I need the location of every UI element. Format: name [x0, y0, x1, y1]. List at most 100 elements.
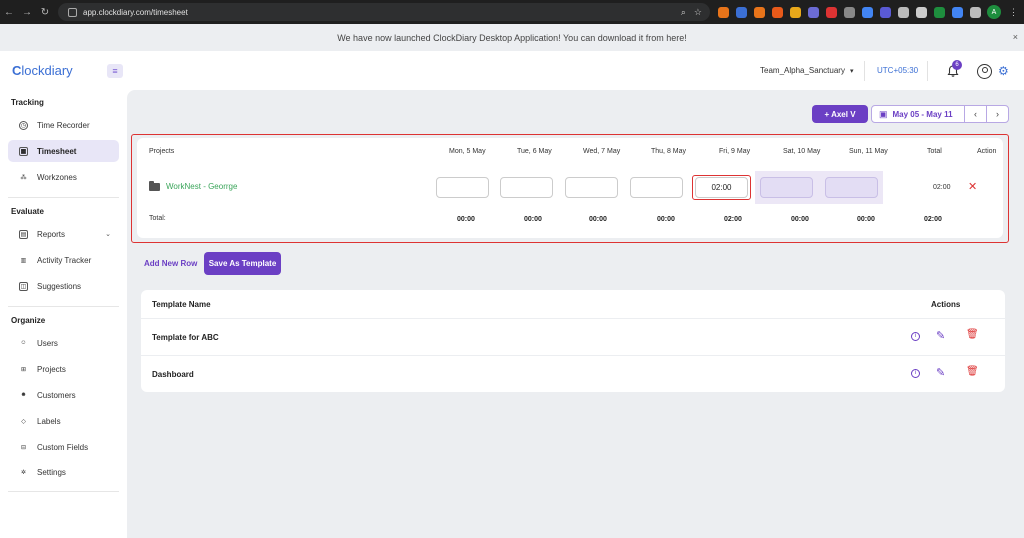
- info-icon[interactable]: i: [911, 369, 920, 378]
- total-sun: 00:00: [857, 216, 875, 223]
- column-header: Mon, 5 May: [449, 148, 486, 155]
- trash-icon[interactable]: 🗑: [966, 329, 979, 340]
- extension-icon[interactable]: [826, 6, 837, 18]
- account-avatar[interactable]: A: [987, 5, 1001, 19]
- user-profile-icon[interactable]: [977, 64, 992, 79]
- time-input-thu[interactable]: [630, 177, 683, 198]
- sidebar-section-organize: Organize: [11, 316, 46, 325]
- time-input-tue[interactable]: [500, 177, 553, 198]
- column-header: Action: [977, 148, 997, 155]
- time-input-mon[interactable]: [436, 177, 489, 198]
- notification-badge: 6: [952, 60, 962, 70]
- extension-icon[interactable]: [772, 6, 783, 18]
- sidebar-divider: [8, 491, 119, 492]
- edit-icon[interactable]: ✎: [936, 366, 945, 379]
- chevron-down-icon: ▾: [849, 68, 854, 75]
- sidebar-item-timesheet[interactable]: ▦ Timesheet: [8, 140, 119, 162]
- browser-menu-icon[interactable]: ⋮: [1009, 7, 1018, 18]
- address-bar[interactable]: app.clockdiary.com/timesheet ⌕ ☆: [58, 3, 710, 21]
- total-mon: 00:00: [457, 216, 475, 223]
- announcement-banner: We have now launched ClockDiary Desktop …: [0, 24, 1024, 51]
- time-input-wed[interactable]: [565, 177, 618, 198]
- users-icon: ☺: [20, 340, 27, 346]
- extension-icon[interactable]: [790, 6, 801, 18]
- menu-toggle-icon[interactable]: ≡: [107, 64, 123, 78]
- time-input-sun[interactable]: [825, 177, 878, 198]
- extension-icon[interactable]: [952, 6, 963, 18]
- sidebar-item-time-recorder[interactable]: ◷ Time Recorder: [8, 114, 119, 136]
- extension-icon[interactable]: [880, 6, 891, 18]
- sidebar-item-workzones[interactable]: ⁂ Workzones: [8, 166, 119, 188]
- column-header: Sat, 10 May: [783, 148, 821, 155]
- sidebar-section-tracking: Tracking: [11, 98, 44, 107]
- time-input-fri[interactable]: 02:00: [695, 177, 748, 198]
- chevron-down-icon: ⌄: [105, 231, 111, 238]
- total-week: 02:00: [924, 216, 942, 223]
- info-icon[interactable]: i: [911, 332, 920, 341]
- delete-row-icon[interactable]: ✕: [968, 180, 977, 193]
- save-as-template-button[interactable]: Save As Template: [204, 252, 281, 275]
- header-divider: [864, 61, 865, 81]
- add-new-row-button[interactable]: Add New Row: [144, 259, 197, 268]
- calendar-icon[interactable]: ▣: [879, 109, 888, 120]
- timesheet-table: Projects Mon, 5 May Tue, 6 May Wed, 7 Ma…: [137, 138, 1003, 238]
- settings-icon: ✲: [20, 469, 27, 476]
- activity-icon: ▥: [20, 257, 27, 264]
- app-header: Clockdiary ≡ Team_Alpha_Sanctuary ▾ UTC+0…: [0, 51, 1024, 90]
- site-settings-icon[interactable]: [68, 7, 77, 17]
- column-header: Tue, 6 May: [517, 148, 552, 155]
- extension-icon[interactable]: [862, 6, 873, 18]
- sidebar: Tracking ◷ Time Recorder ▦ Timesheet ⁂ Work…: [0, 90, 127, 538]
- extension-icon[interactable]: [736, 6, 747, 18]
- user-select-button[interactable]: + Axel V: [812, 105, 868, 123]
- team-selector[interactable]: Team_Alpha_Sanctuary ▾: [760, 66, 853, 75]
- date-range-label[interactable]: May 05 - May 11: [893, 110, 964, 119]
- sidebar-item-projects[interactable]: ⊞ Projects: [8, 358, 119, 380]
- close-icon[interactable]: ×: [1013, 32, 1018, 42]
- zoom-icon[interactable]: ⌕: [681, 7, 686, 18]
- sidebar-divider: [8, 197, 119, 198]
- sidebar-item-activity-tracker[interactable]: ▥ Activity Tracker: [8, 249, 119, 271]
- extension-icon[interactable]: [718, 6, 729, 18]
- clockdiary-logo[interactable]: Clockdiary: [12, 63, 73, 78]
- gear-icon[interactable]: ⚙: [998, 64, 1009, 78]
- back-icon[interactable]: ←: [0, 7, 18, 18]
- sidebar-item-custom-fields[interactable]: ⊟ Custom Fields: [8, 436, 119, 458]
- suggestions-icon: ◫: [19, 281, 28, 291]
- row-total: 02:00: [933, 184, 951, 191]
- extension-icon[interactable]: [970, 6, 981, 18]
- next-week-button[interactable]: ›: [986, 106, 1008, 122]
- bookmark-star-icon[interactable]: ☆: [694, 7, 702, 18]
- extension-icon[interactable]: [916, 6, 927, 18]
- total-label: Total:: [149, 215, 166, 222]
- extension-icon[interactable]: [754, 6, 765, 18]
- sidebar-item-labels[interactable]: ◇ Labels: [8, 410, 119, 432]
- extension-icon[interactable]: [898, 6, 909, 18]
- folder-icon: [149, 180, 160, 191]
- sidebar-item-suggestions[interactable]: ◫ Suggestions: [8, 275, 119, 297]
- reload-icon[interactable]: ↻: [36, 7, 54, 18]
- templates-table: Template Name Actions Template for ABC i…: [141, 290, 1005, 392]
- edit-icon[interactable]: ✎: [936, 329, 945, 342]
- total-fri: 02:00: [724, 216, 742, 223]
- banner-text[interactable]: We have now launched ClockDiary Desktop …: [337, 33, 687, 43]
- extension-icon[interactable]: [934, 6, 945, 18]
- total-wed: 00:00: [589, 216, 607, 223]
- forward-icon[interactable]: →: [18, 7, 36, 18]
- timezone-label[interactable]: UTC+05:30: [877, 66, 918, 75]
- time-input-sat[interactable]: [760, 177, 813, 198]
- prev-week-button[interactable]: ‹: [964, 106, 986, 122]
- table-row: Template for ABC i ✎ 🗑: [141, 318, 1005, 355]
- workzones-icon: ⁂: [20, 174, 27, 181]
- extension-icon[interactable]: [844, 6, 855, 18]
- extension-icon[interactable]: [808, 6, 819, 18]
- total-thu: 00:00: [657, 216, 675, 223]
- sidebar-item-reports[interactable]: ▤ Reports ⌄: [8, 223, 119, 245]
- project-cell[interactable]: WorkNest - Georrge: [149, 180, 237, 191]
- sidebar-item-customers[interactable]: ☻ Customers: [8, 384, 119, 406]
- total-tue: 00:00: [524, 216, 542, 223]
- custom-fields-icon: ⊟: [20, 444, 27, 451]
- sidebar-item-settings[interactable]: ✲ Settings: [8, 461, 119, 483]
- trash-icon[interactable]: 🗑: [966, 366, 979, 377]
- sidebar-item-users[interactable]: ☺ Users: [8, 332, 119, 354]
